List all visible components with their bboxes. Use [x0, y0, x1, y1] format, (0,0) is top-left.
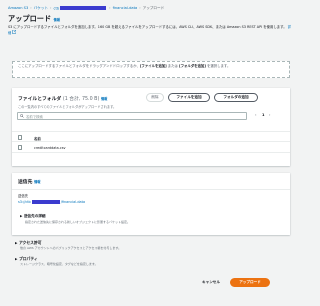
destination-title-text: 送信先: [18, 180, 33, 185]
upload-button[interactable]: アップロード: [230, 278, 270, 287]
destination-details-toggle[interactable]: ▶ 送信先の詳細: [20, 214, 46, 219]
page-description: S3 にアップロードするファイルとフォルダを追加します。160 GB を超えるフ…: [8, 25, 292, 36]
page-info-link[interactable]: 情報: [54, 18, 60, 22]
files-count: (1 合計, 75.0 B): [62, 97, 100, 102]
search-icon: [18, 114, 26, 118]
divider: [12, 189, 290, 190]
breadcrumb-current: アップロード: [142, 5, 165, 10]
destination-title: 送信先 情報: [18, 178, 40, 185]
redaction-block: [31, 200, 60, 204]
page-description-line2: SDK、または Amazon S3 REST API を使用します。: [205, 25, 287, 29]
permissions-desc: 他の AWS アカウントへのパブリックアクセスとアクセス権を付与します。: [20, 246, 122, 250]
breadcrumb: Amazon S3 › バケット › ctb › financial-data …: [8, 4, 164, 12]
destination-label: 送信先: [18, 194, 29, 198]
permissions-title: アクセス許可: [18, 240, 42, 245]
breadcrumb-separator-icon: ›: [109, 6, 111, 10]
select-all-checkbox[interactable]: [18, 135, 23, 140]
breadcrumb-bucket-label: ctb: [53, 6, 60, 10]
drop-zone-text-post: を選択します。: [205, 64, 231, 68]
page-number[interactable]: 1: [262, 113, 265, 117]
drop-zone[interactable]: ここにアップロードするファイルとフォルダをドラッグアンドドロップするか、[ファイ…: [12, 61, 290, 78]
destination-path-link[interactable]: s3://ctb/financial-data: [18, 200, 85, 204]
next-page-icon[interactable]: ›: [269, 113, 270, 117]
table-row: creditcarddata.csv: [12, 142, 290, 153]
drop-zone-text-pre: ここにアップロードするファイルとフォルダをドラッグアンドドロップするか、: [18, 64, 140, 68]
search-input[interactable]: 名前で検索: [17, 112, 247, 120]
row-checkbox[interactable]: [18, 145, 23, 150]
files-info-link[interactable]: 情報: [101, 97, 107, 101]
caret-right-icon: ▶: [20, 214, 23, 218]
page-description-line1: S3 にアップロードするファイルとフォルダを追加します。160 GB を超えるフ…: [8, 25, 205, 29]
breadcrumb-separator-icon: ›: [30, 6, 32, 10]
remove-button[interactable]: 削除: [146, 93, 164, 102]
table-header: 名前: [12, 131, 290, 142]
add-files-button[interactable]: ファイルを追加: [168, 93, 210, 102]
redaction-block: [60, 5, 107, 11]
destination-path-suffix: /financial-data: [60, 200, 86, 204]
breadcrumb-folder[interactable]: financial-data: [113, 6, 138, 10]
breadcrumb-buckets[interactable]: バケット: [34, 6, 48, 11]
destination-panel: 送信先 情報 送信先 s3://ctb/financial-data ▶ 送信先の…: [12, 173, 290, 235]
page-title-text: アップロード: [8, 14, 52, 23]
add-folder-button[interactable]: フォルダの追加: [214, 93, 258, 102]
files-panel-title-text: ファイルとフォルダ: [18, 97, 62, 102]
drop-zone-add-files: [ファイルを追加]: [139, 64, 167, 68]
destination-info-link[interactable]: 情報: [34, 180, 40, 184]
upload-page: Amazon S3 › バケット › ctb › financial-data …: [0, 0, 300, 306]
destination-details-title: 送信先の詳細: [23, 214, 46, 218]
drop-zone-text-mid: または: [166, 64, 180, 68]
breadcrumb-bucket[interactable]: ctb: [53, 5, 107, 11]
files-panel-subtitle: この一覧内のすべてのファイルとフォルダがアップロードされます。: [18, 105, 117, 109]
cancel-button[interactable]: キャンセル: [194, 278, 228, 287]
breadcrumb-amazon-s3[interactable]: Amazon S3: [8, 6, 28, 10]
destination-path-prefix: s3://ctb: [18, 200, 31, 204]
prev-page-icon[interactable]: ‹: [255, 113, 256, 117]
destination-details-desc: 指定された送信先に保存される新しいオブジェクトに影響するバケット設定。: [25, 220, 131, 224]
files-panel-title: ファイルとフォルダ (1 合計, 75.0 B) 情報: [18, 95, 107, 102]
page-title: アップロード 情報: [8, 14, 60, 24]
drop-zone-add-folder: [フォルダを追加]: [179, 64, 206, 68]
file-name: creditcarddata.csv: [34, 145, 66, 150]
breadcrumb-separator-icon: ›: [50, 6, 52, 10]
properties-title: プロパティ: [18, 256, 38, 261]
external-link-icon: [12, 30, 17, 34]
search-placeholder: 名前で検索: [26, 114, 43, 119]
breadcrumb-separator-icon: ›: [139, 6, 141, 10]
caret-right-icon: ▶: [15, 257, 18, 261]
properties-desc: ストレージクラス、暗号化設定、タグなどを指定します。: [20, 262, 98, 266]
caret-right-icon: ▶: [15, 241, 18, 245]
column-header-name[interactable]: 名前: [34, 136, 41, 141]
